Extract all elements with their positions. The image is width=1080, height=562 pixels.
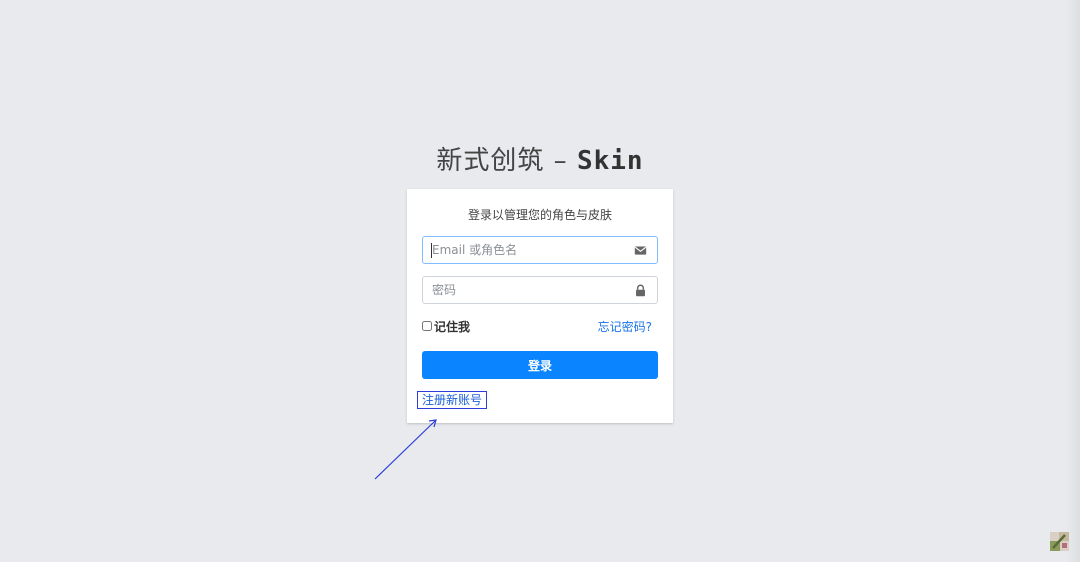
password-input[interactable] xyxy=(432,281,622,299)
app-logo-icon xyxy=(1050,532,1069,551)
app-title-separator: – xyxy=(544,146,577,176)
password-field[interactable] xyxy=(422,276,658,304)
remember-me[interactable]: 记住我 xyxy=(422,318,470,334)
forgot-password-link[interactable]: 忘记密码? xyxy=(598,318,652,335)
app-title: 新式创筑 – Skin xyxy=(0,140,1080,177)
page-edge-shadow xyxy=(1066,0,1080,562)
email-field[interactable] xyxy=(422,236,658,264)
lock-icon xyxy=(636,284,645,297)
login-subtitle: 登录以管理您的角色与皮肤 xyxy=(467,208,612,222)
app-title-suffix: Skin xyxy=(576,146,644,176)
app-title-main: 新式创筑 xyxy=(436,146,545,176)
register-link[interactable]: 注册新账号 xyxy=(417,391,488,409)
remember-checkbox[interactable] xyxy=(422,321,432,331)
email-input[interactable] xyxy=(432,241,622,259)
envelope-icon xyxy=(634,246,647,255)
login-card: 登录以管理您的角色与皮肤 记住我 忘记密码? 登录 注册新账号 xyxy=(407,189,673,423)
login-button[interactable]: 登录 xyxy=(422,351,658,379)
remember-label: 记住我 xyxy=(434,319,471,334)
